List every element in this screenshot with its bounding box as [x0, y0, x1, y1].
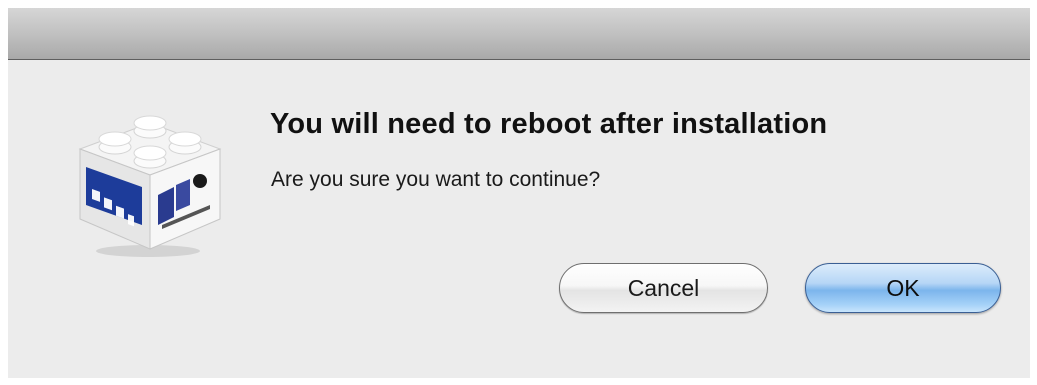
dialog-title: You will need to reboot after installati… — [270, 108, 828, 140]
dialog-message: Are you sure you want to continue? — [271, 168, 601, 191]
installer-package-icon — [70, 101, 230, 261]
cancel-button[interactable]: Cancel — [559, 263, 768, 313]
title-bar[interactable] — [8, 8, 1030, 60]
alert-dialog: You will need to reboot after installati… — [8, 8, 1030, 378]
ok-button[interactable]: OK — [805, 263, 1001, 313]
